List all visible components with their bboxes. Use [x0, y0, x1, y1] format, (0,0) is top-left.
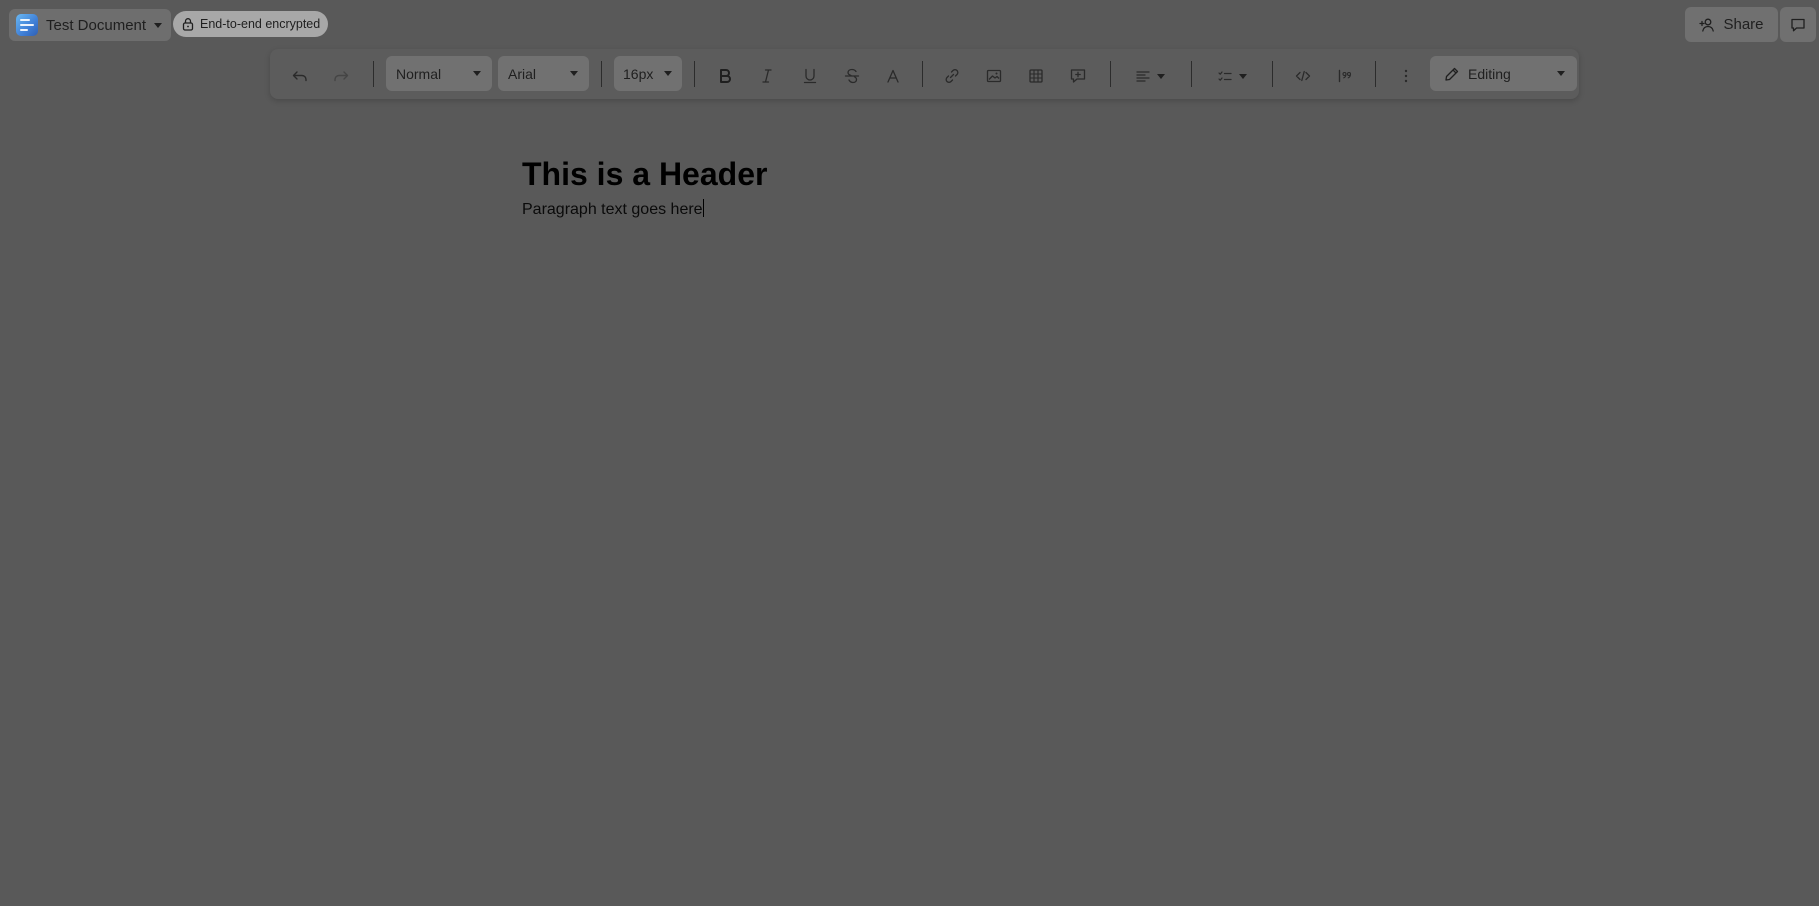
link-icon — [945, 69, 959, 83]
toolbar-divider — [1191, 61, 1192, 87]
editing-mode-label: Editing — [1468, 65, 1511, 82]
checklist-icon — [1218, 71, 1232, 81]
strikethrough-icon — [844, 68, 860, 84]
font-family-value: Arial — [508, 65, 537, 82]
toolbar-divider — [922, 61, 923, 87]
more-vertical-icon — [1404, 69, 1408, 83]
blockquote-button[interactable] — [1331, 62, 1359, 90]
document-editor[interactable]: This is a Header Paragraph text goes her… — [522, 150, 1302, 222]
add-comment-button[interactable] — [1064, 62, 1092, 90]
toolbar-divider — [694, 61, 695, 87]
comments-button[interactable] — [1780, 7, 1816, 42]
document-menu-button[interactable]: Test Document — [9, 9, 172, 41]
italic-icon — [762, 69, 772, 83]
table-icon — [1029, 69, 1043, 83]
chat-icon — [1791, 18, 1805, 31]
font-family-select[interactable]: Arial — [498, 56, 589, 91]
chevron-down-icon — [570, 71, 578, 76]
chevron-down-icon — [473, 71, 481, 76]
text-align-dropdown[interactable] — [1130, 62, 1170, 90]
toolbar-divider — [1110, 61, 1111, 87]
share-label: Share — [1723, 16, 1764, 33]
text-color-icon — [887, 69, 899, 83]
add-comment-icon — [1070, 69, 1086, 83]
code-block-button[interactable] — [1289, 62, 1317, 90]
document-heading[interactable]: This is a Header — [522, 150, 1302, 198]
insert-image-button[interactable] — [980, 62, 1008, 90]
editing-mode-select[interactable]: Editing — [1430, 56, 1577, 91]
font-size-select[interactable]: 16px — [614, 56, 682, 91]
document-paragraph[interactable]: Paragraph text goes here — [522, 198, 1302, 222]
paragraph-text: Paragraph text goes here — [522, 201, 703, 218]
image-icon — [986, 69, 1002, 83]
strikethrough-button[interactable] — [838, 62, 866, 90]
pencil-icon — [1445, 67, 1459, 81]
undo-button[interactable] — [286, 62, 314, 90]
chevron-down-icon — [1157, 73, 1165, 79]
chevron-down-icon — [154, 22, 163, 28]
chevron-down-icon — [1557, 71, 1565, 76]
insert-link-button[interactable] — [938, 62, 966, 90]
formatting-toolbar: Normal Arial 16px Editing — [270, 49, 1579, 99]
text-cursor — [702, 199, 704, 217]
more-options-button[interactable] — [1392, 62, 1420, 90]
italic-button[interactable] — [753, 62, 781, 90]
block-style-select[interactable]: Normal — [386, 56, 492, 91]
encryption-label: End-to-end encrypted — [200, 17, 321, 31]
toolbar-divider — [373, 61, 374, 87]
code-icon — [1295, 70, 1311, 82]
chevron-down-icon — [1239, 73, 1247, 79]
toolbar-divider — [1272, 61, 1273, 87]
app-logo-icon — [16, 14, 38, 36]
list-style-dropdown[interactable] — [1212, 62, 1252, 90]
font-size-value: 16px — [623, 65, 654, 82]
toolbar-divider — [1375, 61, 1376, 87]
insert-table-button[interactable] — [1022, 62, 1050, 90]
align-left-icon — [1136, 71, 1150, 82]
toolbar-divider — [601, 61, 602, 87]
underline-button[interactable] — [796, 62, 824, 90]
share-button[interactable]: Share — [1685, 7, 1778, 42]
redo-button[interactable] — [327, 62, 355, 90]
underline-icon — [803, 68, 817, 84]
block-style-value: Normal — [396, 65, 442, 82]
bold-button[interactable] — [711, 62, 739, 90]
document-title: Test Document — [46, 16, 147, 34]
lock-icon — [182, 18, 194, 31]
undo-icon — [292, 71, 307, 82]
add-user-icon — [1699, 18, 1715, 32]
top-bar: Test Document End-to-end encrypted Share — [0, 0, 1819, 48]
redo-icon — [334, 71, 349, 82]
quote-icon — [1338, 69, 1352, 83]
text-color-button[interactable] — [879, 62, 907, 90]
encryption-badge: End-to-end encrypted — [173, 11, 329, 37]
bold-icon — [720, 69, 731, 83]
chevron-down-icon — [664, 71, 672, 76]
